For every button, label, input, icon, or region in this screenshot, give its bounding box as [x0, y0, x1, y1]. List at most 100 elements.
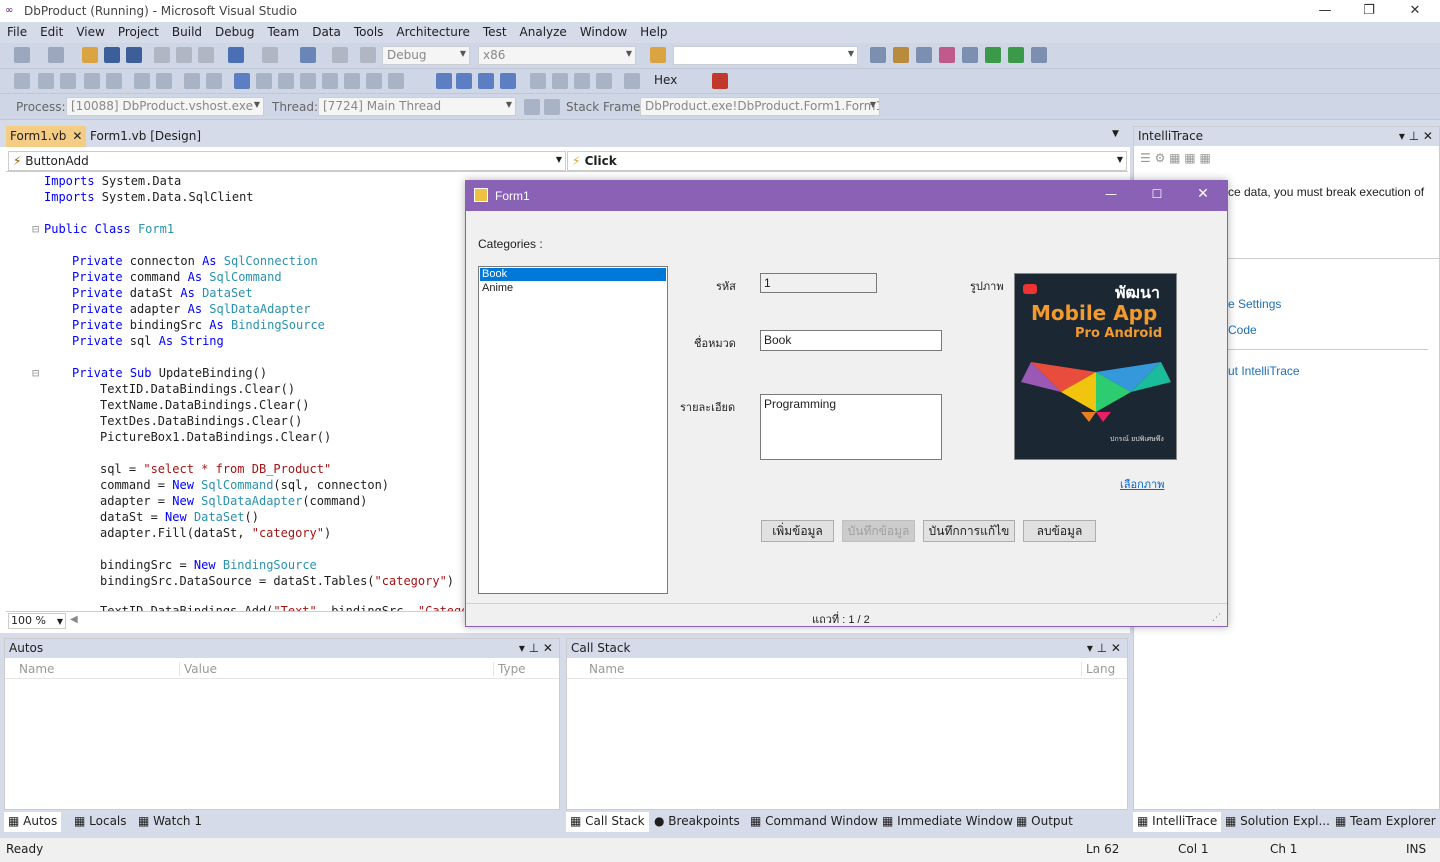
- menu-team[interactable]: Team: [260, 22, 305, 39]
- save-button[interactable]: บันทึกข้อมูล: [842, 520, 915, 542]
- copy-icon[interactable]: [176, 47, 192, 63]
- menu-build[interactable]: Build: [165, 22, 208, 39]
- team-icon[interactable]: [1008, 47, 1024, 63]
- choose-picture-link[interactable]: เลือกภาพ: [1120, 475, 1164, 493]
- tab-overflow-icon[interactable]: ▼: [1112, 129, 1119, 139]
- flag-thread-icon[interactable]: [524, 99, 540, 115]
- bookmark-icon[interactable]: [14, 73, 30, 89]
- step-into-icon[interactable]: [278, 73, 294, 89]
- paste-icon[interactable]: [198, 47, 214, 63]
- search-icon[interactable]: [388, 73, 404, 89]
- close-button[interactable]: ✕: [1392, 0, 1438, 22]
- description-field[interactable]: Programming: [760, 394, 942, 460]
- menu-edit[interactable]: Edit: [33, 22, 69, 39]
- column-value[interactable]: Value: [179, 662, 217, 676]
- restore-button[interactable]: ❐: [1346, 0, 1392, 22]
- menu-debug[interactable]: Debug: [208, 22, 260, 39]
- quick-watch-icon[interactable]: [366, 73, 382, 89]
- tab-watch1[interactable]: ▦ Watch 1: [134, 812, 206, 832]
- process-select[interactable]: [10088] DbProduct.vshost.exe ▼: [66, 97, 264, 116]
- intellitrace-code-link[interactable]: Code: [1228, 323, 1257, 337]
- outdent-icon[interactable]: [134, 73, 150, 89]
- continue-icon[interactable]: [436, 73, 452, 89]
- find-in-files-icon[interactable]: [650, 47, 666, 63]
- step-over-icon[interactable]: [300, 73, 316, 89]
- intellitrace-settings-link[interactable]: e Settings: [1228, 297, 1281, 311]
- save-all-icon[interactable]: [126, 47, 142, 63]
- step-into-2-icon[interactable]: [552, 73, 568, 89]
- menu-help[interactable]: Help: [633, 22, 673, 39]
- menu-data[interactable]: Data: [305, 22, 347, 39]
- column-name[interactable]: Name: [589, 662, 624, 676]
- comment-icon[interactable]: [184, 73, 200, 89]
- tab-immediate-window[interactable]: ▦ Immediate Window: [878, 812, 1017, 832]
- menu-test[interactable]: Test: [476, 22, 513, 39]
- tab-form1-vb[interactable]: Form1.vb ✕: [6, 126, 87, 147]
- open-folder-icon[interactable]: [82, 47, 98, 63]
- tab-solution-explorer[interactable]: ▦ Solution Expl...: [1221, 812, 1334, 832]
- column-name[interactable]: Name: [19, 662, 54, 676]
- uncomment-icon[interactable]: [206, 73, 222, 89]
- categories-listbox[interactable]: Book Anime: [478, 266, 668, 594]
- window-layout-icon[interactable]: [1031, 47, 1047, 63]
- start-icon[interactable]: [360, 47, 376, 63]
- menu-tools[interactable]: Tools: [347, 22, 390, 39]
- show-next-statement-icon[interactable]: [530, 73, 546, 89]
- about-intellitrace-link[interactable]: ut IntelliTrace: [1228, 364, 1300, 378]
- properties-icon[interactable]: [893, 47, 909, 63]
- tab-command-window[interactable]: ▦ Command Window: [746, 812, 882, 832]
- prev-bookmark-icon[interactable]: [38, 73, 54, 89]
- column-lang[interactable]: Lang: [1081, 662, 1115, 676]
- menu-view[interactable]: View: [69, 22, 110, 39]
- zoom-select[interactable]: 100 % ▼: [8, 613, 66, 629]
- scroll-left-icon[interactable]: ◀: [70, 614, 78, 625]
- toolbox-icon[interactable]: [939, 47, 955, 63]
- font-icon[interactable]: [84, 73, 100, 89]
- step-out-2-icon[interactable]: [596, 73, 612, 89]
- list-members-icon[interactable]: [106, 73, 122, 89]
- navigate-forward-icon[interactable]: [332, 47, 348, 63]
- intellitrace-toolbar[interactable]: ☰ ⚙ ▦ ▦ ▦: [1140, 151, 1260, 169]
- undo-icon[interactable]: [228, 47, 244, 63]
- id-field[interactable]: 1: [760, 273, 877, 293]
- cut-icon[interactable]: [154, 47, 170, 63]
- solution-explorer-icon[interactable]: [870, 47, 886, 63]
- settings-icon[interactable]: [962, 47, 978, 63]
- tab-breakpoints[interactable]: ● Breakpoints: [650, 812, 744, 832]
- minimize-button[interactable]: —: [1302, 0, 1348, 22]
- form-maximize-button[interactable]: ☐: [1142, 187, 1172, 201]
- run-to-cursor-icon[interactable]: [344, 73, 360, 89]
- find-icon[interactable]: [624, 73, 640, 89]
- add-item-icon[interactable]: [48, 47, 64, 63]
- step-icon[interactable]: [256, 73, 272, 89]
- list-item-anime[interactable]: Anime: [480, 282, 666, 295]
- stack-frame-select[interactable]: DbProduct.exe!DbProduct.Form1.Form1_L ▼: [640, 97, 880, 116]
- tab-team-explorer[interactable]: ▦ Team Explorer: [1331, 812, 1440, 832]
- tab-intellitrace[interactable]: ▦ IntelliTrace: [1133, 812, 1222, 832]
- extension-icon[interactable]: [985, 47, 1001, 63]
- event-select[interactable]: ⚡ Click ▼: [567, 151, 1127, 171]
- form-minimize-button[interactable]: —: [1096, 187, 1126, 201]
- menu-architecture[interactable]: Architecture: [389, 22, 475, 39]
- indent-icon[interactable]: [156, 73, 172, 89]
- menu-analyze[interactable]: Analyze: [513, 22, 573, 39]
- save-edit-button[interactable]: บันทึกการแก้ไข: [923, 520, 1015, 542]
- exception-icon[interactable]: [712, 73, 728, 89]
- delete-button[interactable]: ลบข้อมูล: [1023, 520, 1096, 542]
- flag-all-icon[interactable]: [544, 99, 560, 115]
- object-browser-icon[interactable]: [916, 47, 932, 63]
- redo-icon[interactable]: [262, 47, 278, 63]
- new-project-icon[interactable]: [14, 47, 30, 63]
- menu-file[interactable]: File: [0, 22, 33, 39]
- restart-icon[interactable]: [500, 73, 516, 89]
- breakpoint-window-icon[interactable]: [234, 73, 250, 89]
- tab-call-stack[interactable]: ▦ Call Stack: [566, 812, 649, 832]
- pause-icon[interactable]: [456, 73, 472, 89]
- form-close-button[interactable]: ✕: [1188, 186, 1218, 202]
- menu-window[interactable]: Window: [573, 22, 633, 39]
- find-combo[interactable]: ▼: [673, 46, 858, 65]
- add-button[interactable]: เพิ่มข้อมูล: [761, 520, 834, 542]
- configuration-select[interactable]: Debug ▼: [382, 46, 470, 65]
- tab-output[interactable]: ▦ Output: [1012, 812, 1077, 832]
- step-over-2-icon[interactable]: [574, 73, 590, 89]
